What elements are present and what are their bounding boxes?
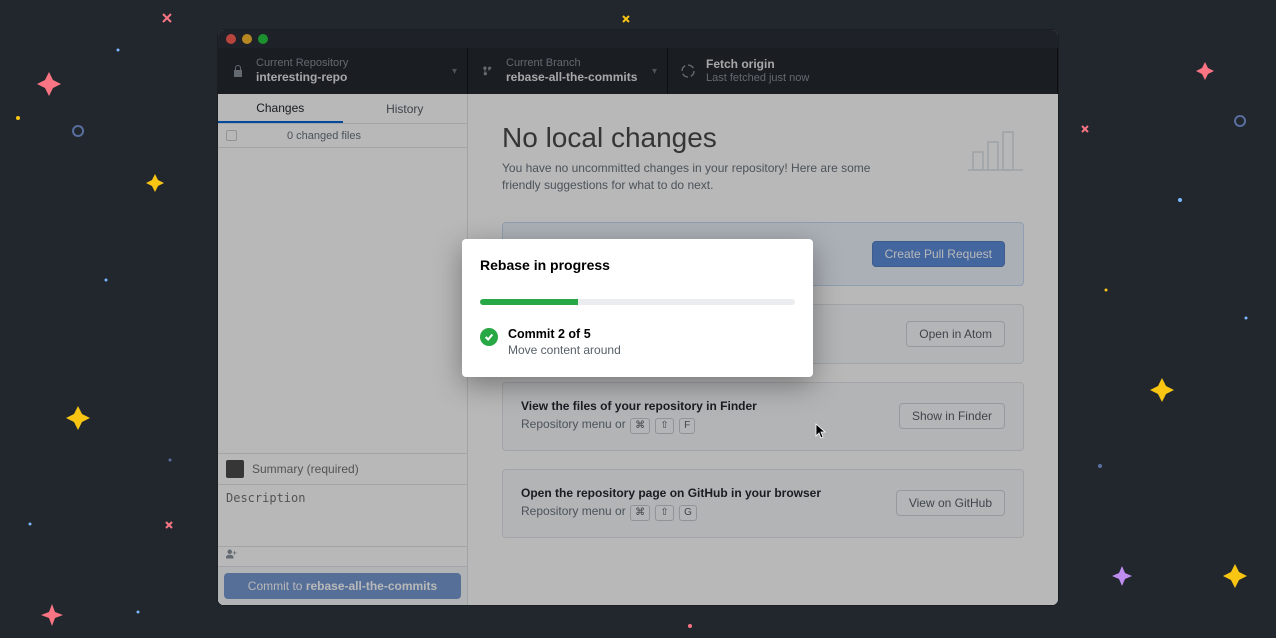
commit-form: Commit to rebase-all-the-commits	[218, 453, 467, 605]
repo-selector[interactable]: Current Repository interesting-repo ▾	[218, 48, 468, 94]
page-title: No local changes	[502, 122, 1024, 154]
show-finder-button[interactable]: Show in Finder	[899, 403, 1005, 429]
commit-button[interactable]: Commit to rebase-all-the-commits	[224, 573, 461, 599]
kbd-shift: ⇧	[655, 418, 673, 434]
commit-message: Move content around	[508, 343, 621, 357]
show-finder-card: View the files of your repository in Fin…	[502, 382, 1024, 451]
summary-input[interactable]	[252, 462, 459, 476]
avatar	[226, 460, 244, 478]
chevron-down-icon: ▾	[652, 66, 657, 77]
toolbar: Current Repository interesting-repo ▾ Cu…	[218, 48, 1058, 94]
window-titlebar	[218, 30, 1058, 48]
card-title: View the files of your repository in Fin…	[521, 399, 757, 413]
fetch-button[interactable]: Fetch origin Last fetched just now	[668, 48, 1058, 94]
fetch-label: Fetch origin	[706, 57, 809, 71]
tab-changes[interactable]: Changes	[218, 94, 343, 123]
progress-bar	[480, 299, 795, 305]
chevron-down-icon: ▾	[452, 66, 457, 77]
window-minimize-icon[interactable]	[242, 34, 252, 44]
fetch-value: Last fetched just now	[706, 72, 809, 85]
branch-icon	[480, 64, 496, 78]
view-github-card: Open the repository page on GitHub in yo…	[502, 469, 1024, 538]
kbd-cmd: ⌘	[630, 505, 650, 521]
cursor-icon	[815, 423, 827, 439]
card-hint: Repository menu or ⌘ ⇧ F	[521, 417, 757, 434]
modal-title: Rebase in progress	[480, 257, 795, 273]
kbd-shift: ⇧	[655, 505, 673, 521]
view-github-button[interactable]: View on GitHub	[896, 490, 1005, 516]
changed-files-count: 0 changed files	[287, 130, 361, 142]
card-hint: Repository menu or ⌘ ⇧ G	[521, 504, 821, 521]
rebase-modal: Rebase in progress Commit 2 of 5 Move co…	[462, 239, 813, 377]
sidebar: Changes History 0 changed files	[218, 94, 468, 605]
description-input[interactable]	[226, 491, 459, 519]
kbd-key: G	[679, 505, 697, 521]
lock-icon	[230, 64, 246, 78]
tab-history[interactable]: History	[343, 94, 468, 123]
repo-value: interesting-repo	[256, 70, 348, 84]
branch-label: Current Branch	[506, 57, 637, 70]
commit-progress-label: Commit 2 of 5	[508, 327, 621, 341]
select-all-checkbox[interactable]	[226, 130, 237, 141]
window-close-icon[interactable]	[226, 34, 236, 44]
sidebar-tabs: Changes History	[218, 94, 467, 124]
open-atom-button[interactable]: Open in Atom	[906, 321, 1005, 347]
kbd-key: F	[679, 418, 695, 434]
repo-label: Current Repository	[256, 57, 348, 70]
sync-icon	[680, 64, 696, 78]
branch-selector[interactable]: Current Branch rebase-all-the-commits ▾	[468, 48, 668, 94]
check-icon	[480, 328, 498, 346]
create-pr-button[interactable]: Create Pull Request	[872, 241, 1005, 267]
illustration-icon	[968, 122, 1028, 172]
window-zoom-icon[interactable]	[258, 34, 268, 44]
branch-value: rebase-all-the-commits	[506, 70, 637, 84]
kbd-cmd: ⌘	[630, 418, 650, 434]
card-title: Open the repository page on GitHub in yo…	[521, 486, 821, 500]
progress-fill	[480, 299, 578, 305]
page-subtitle: You have no uncommitted changes in your …	[502, 160, 902, 194]
changed-files-row: 0 changed files	[218, 124, 467, 148]
coauthor-button[interactable]	[218, 547, 467, 567]
